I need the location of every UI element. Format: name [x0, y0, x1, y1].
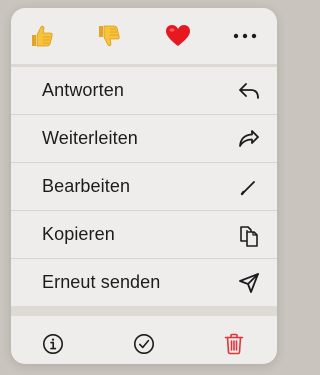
- thumbs-down-reaction[interactable]: [95, 22, 123, 50]
- menu-item-reply[interactable]: Antworten: [11, 67, 277, 115]
- menu-item-forward[interactable]: Weiterleiten: [11, 115, 277, 163]
- menu-items: Antworten Weiterleiten Bearbeiten Kopier…: [11, 67, 277, 306]
- trash-icon: [224, 333, 244, 355]
- copy-icon: [237, 223, 261, 247]
- reaction-bar: [11, 8, 277, 64]
- menu-item-label: Bearbeiten: [42, 176, 131, 196]
- more-reactions-button[interactable]: [231, 22, 259, 50]
- reply-icon: [237, 79, 261, 103]
- thumbs-up-icon: [32, 25, 53, 47]
- bottom-action-bar: [11, 316, 277, 364]
- send-icon: [237, 271, 261, 295]
- forward-icon: [237, 127, 261, 151]
- menu-item-label: Antworten: [42, 80, 124, 100]
- heart-reaction[interactable]: [164, 22, 192, 50]
- thumbs-up-reaction[interactable]: [28, 22, 56, 50]
- delete-button[interactable]: [222, 332, 246, 356]
- thumbs-down-icon: [99, 25, 120, 47]
- more-dots-icon: [233, 33, 257, 39]
- menu-item-copy[interactable]: Kopieren: [11, 211, 277, 259]
- checkmark-circle-icon: [134, 334, 154, 354]
- info-button[interactable]: [41, 332, 65, 356]
- section-gap: [11, 306, 277, 316]
- menu-item-resend[interactable]: Erneut senden: [11, 259, 277, 306]
- context-menu: Antworten Weiterleiten Bearbeiten Kopier…: [11, 8, 277, 364]
- menu-item-label: Erneut senden: [42, 272, 161, 292]
- menu-item-label: Weiterleiten: [42, 128, 138, 148]
- info-icon: [43, 334, 63, 354]
- heart-icon: [166, 25, 190, 46]
- pencil-icon: [237, 175, 261, 199]
- menu-item-edit[interactable]: Bearbeiten: [11, 163, 277, 211]
- menu-item-label: Kopieren: [42, 224, 115, 244]
- select-button[interactable]: [132, 332, 156, 356]
